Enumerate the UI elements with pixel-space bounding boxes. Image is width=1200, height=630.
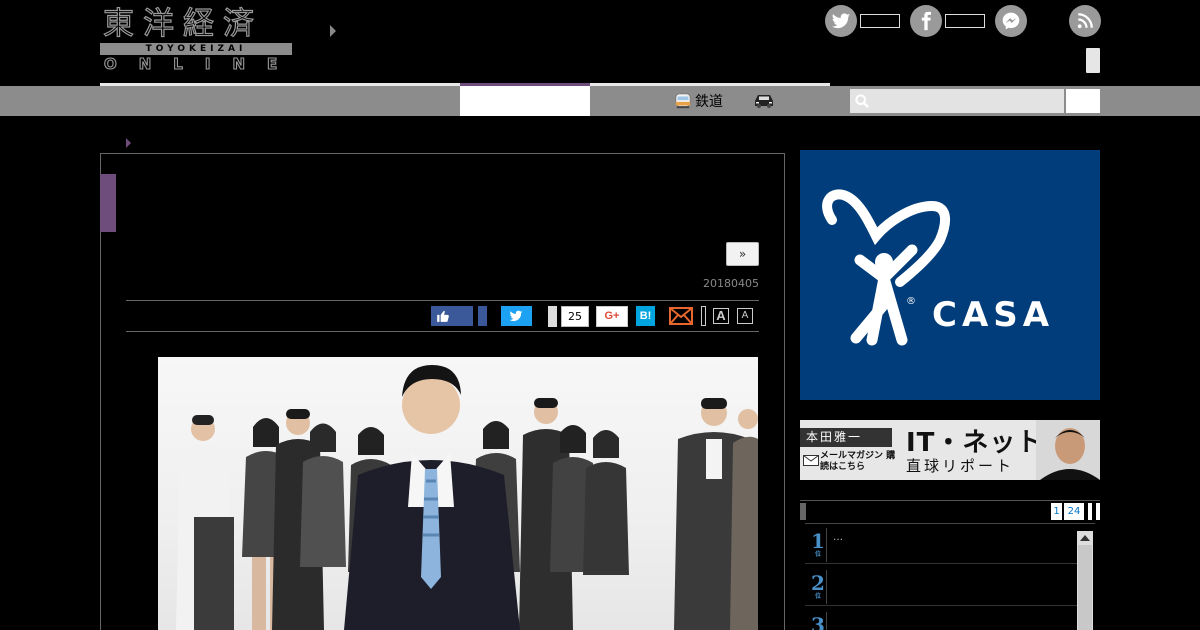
article-title-accent	[100, 174, 116, 232]
tweet-button[interactable]	[501, 306, 532, 326]
rank-title: …	[833, 532, 843, 543]
pocket-button[interactable]	[548, 306, 557, 327]
casa-logo: ® CASA	[822, 189, 1054, 346]
banner-author: 本田雅一	[800, 428, 892, 447]
share-bar-bottom-divider	[126, 331, 759, 332]
banner-mail-text: メールマガジン 購読はこちら	[820, 451, 896, 472]
registered-mark: ®	[906, 296, 916, 307]
author-portrait	[1036, 420, 1100, 480]
facebook-follow-button[interactable]	[910, 5, 986, 37]
logo-kanji: 東洋経済	[102, 5, 263, 42]
scrollbar-thumb[interactable]	[1078, 545, 1092, 630]
font-size-large-button[interactable]: A	[713, 308, 729, 324]
ranking-item[interactable]: 1位 …	[805, 524, 1077, 564]
thumbs-up-icon	[437, 310, 449, 322]
train-icon	[675, 93, 691, 109]
publish-date: 20180405	[703, 277, 759, 290]
twitter-icon	[509, 310, 523, 322]
rank-divider	[826, 570, 827, 604]
casa-brand: CASA	[932, 295, 1054, 335]
ranking-scrollbar[interactable]	[1077, 531, 1093, 630]
ranking-tab[interactable]	[1096, 503, 1100, 520]
twitter-follow-button[interactable]	[825, 5, 901, 37]
next-page-button[interactable]: »	[726, 242, 759, 266]
search-icon	[855, 94, 869, 108]
logo-online: ONLINE	[103, 55, 300, 73]
mail-icon	[803, 455, 819, 466]
nav-tab-active[interactable]	[460, 86, 590, 116]
search-field[interactable]	[850, 89, 1064, 113]
messenger-icon	[995, 5, 1027, 37]
rss-icon[interactable]	[1069, 5, 1101, 37]
mail-magazine-banner[interactable]: 本田雅一 メールマガジン 購読はこちら IT・ネット 直球リポート	[800, 420, 1100, 480]
rank-divider	[826, 612, 827, 630]
mail-share-button[interactable]	[669, 306, 693, 326]
twitter-icon	[825, 5, 857, 37]
hatena-bookmark-button[interactable]: B!	[636, 306, 655, 326]
ranking-tab[interactable]	[1088, 503, 1092, 520]
facebook-count-box	[945, 14, 985, 28]
rank-number: 2位	[811, 571, 825, 600]
facebook-like-button[interactable]	[431, 306, 473, 326]
google-plus-button[interactable]: G+	[596, 306, 628, 327]
casa-advertisement[interactable]: ® CASA	[800, 150, 1100, 400]
ranking-item[interactable]: 3位	[805, 608, 1077, 630]
office-people-illustration	[176, 365, 758, 630]
mail-icon	[669, 307, 693, 325]
rank-number: 3位	[811, 613, 825, 630]
ranking-header-mark	[800, 503, 806, 520]
ranking-list: 1位 … 2位 3位	[805, 523, 1095, 630]
print-button[interactable]	[701, 306, 706, 326]
ranking-item[interactable]: 2位	[805, 566, 1077, 606]
pocket-count: 25	[561, 306, 589, 327]
menu-button[interactable]	[1086, 48, 1100, 73]
scroll-up-icon[interactable]	[1080, 535, 1090, 541]
font-size-small-button[interactable]: A	[737, 308, 753, 324]
ranking-tab-1[interactable]: 1	[1051, 503, 1062, 520]
site-logo[interactable]: 東洋経済 TOYOKEIZAI ONLINE	[100, 5, 300, 73]
twitter-count-box	[860, 14, 900, 28]
facebook-like-count	[478, 306, 487, 326]
logo-romaji: TOYOKEIZAI	[145, 44, 247, 54]
search-button[interactable]	[1066, 89, 1100, 113]
facebook-icon	[910, 5, 942, 37]
ranking-tab-24[interactable]: 24	[1064, 503, 1084, 520]
banner-subline: 直球リポート	[906, 457, 1015, 475]
rank-divider	[826, 528, 827, 562]
breadcrumb-arrow-icon	[126, 138, 131, 148]
messenger-button[interactable]	[995, 5, 1027, 37]
nav-item-railway[interactable]: 鉄道	[674, 91, 723, 111]
banner-headline: IT・ネット	[906, 428, 1044, 458]
search-input[interactable]	[872, 91, 1060, 111]
chevron-right-icon[interactable]	[330, 25, 336, 37]
share-bar-top-divider	[126, 300, 759, 301]
article-photo	[158, 357, 758, 630]
nav-item-label: 鉄道	[695, 94, 723, 110]
car-icon[interactable]	[752, 91, 776, 109]
rank-number: 1位	[811, 529, 825, 558]
